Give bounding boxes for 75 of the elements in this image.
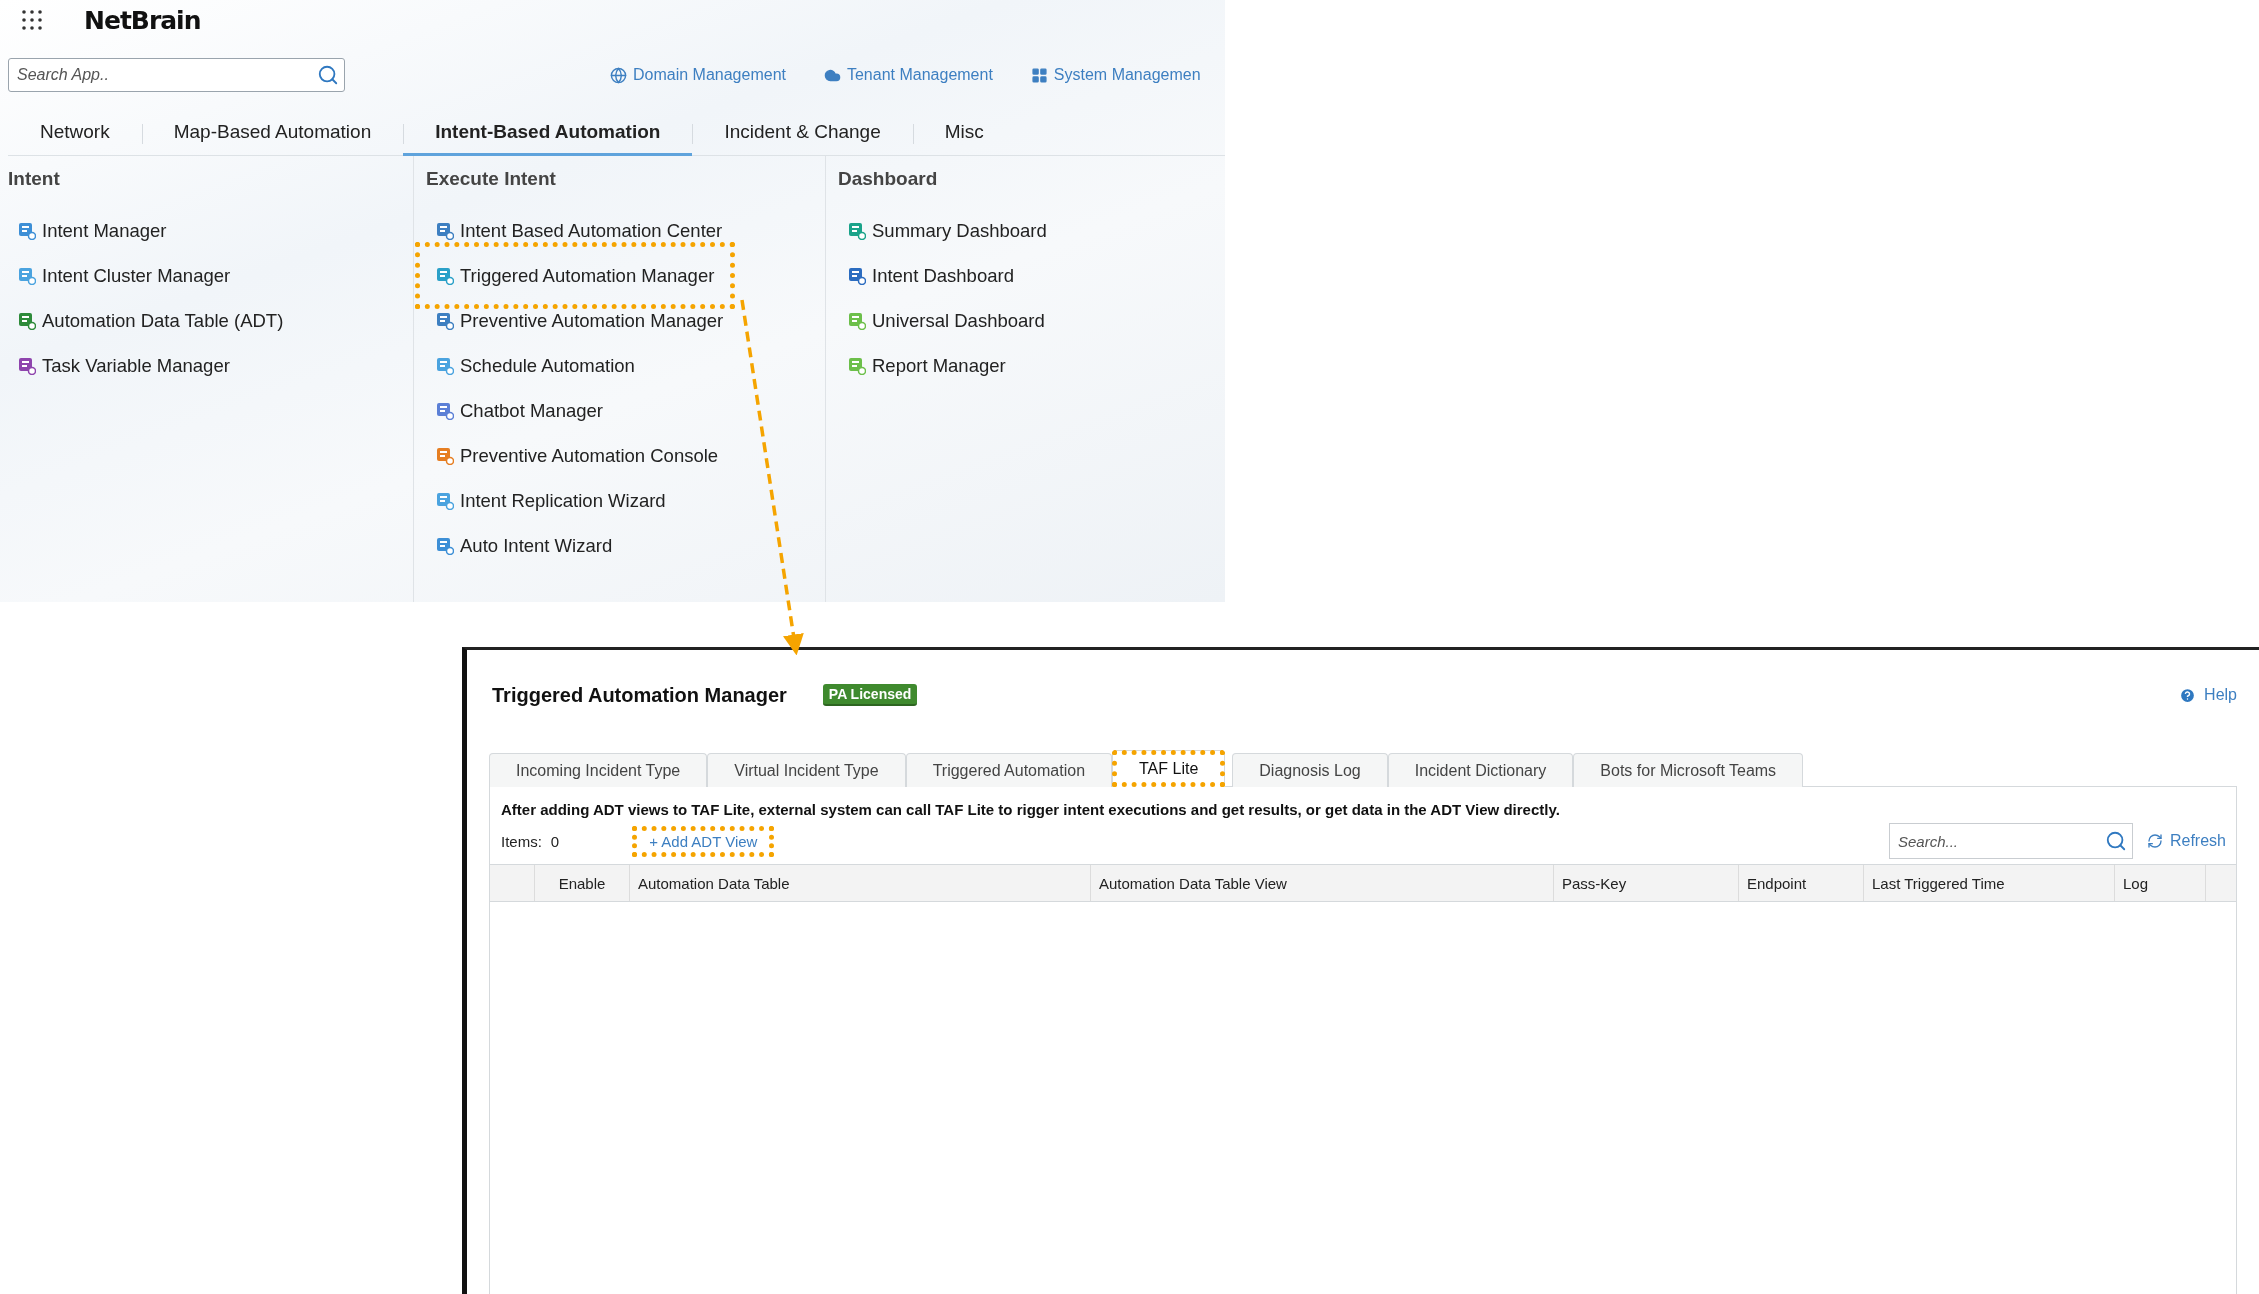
menu-item[interactable]: Preventive Automation Manager xyxy=(426,298,724,343)
items-count: 0 xyxy=(550,832,560,850)
column-header: Pass-Key xyxy=(1553,865,1738,901)
window-tab[interactable]: Diagnosis Log xyxy=(1232,753,1388,787)
window-tab[interactable]: Incoming Incident Type xyxy=(489,753,708,787)
window-tab[interactable]: TAF Lite xyxy=(1112,750,1226,787)
app-icon xyxy=(848,221,866,240)
globe-icon xyxy=(610,66,627,84)
menu-item[interactable]: Schedule Automation xyxy=(426,343,635,388)
app-icon xyxy=(848,356,866,375)
column-heading: Intent xyxy=(8,168,61,190)
menu-item[interactable]: Intent Manager xyxy=(8,208,167,253)
window-tab[interactable]: Virtual Incident Type xyxy=(707,753,906,787)
menu-item[interactable]: Intent Dashboard xyxy=(838,253,1014,298)
category-tab[interactable]: Misc xyxy=(912,111,1016,156)
items-label: Items: xyxy=(501,832,542,850)
menu-item[interactable]: Universal Dashboard xyxy=(838,298,1045,343)
menu-item[interactable]: Preventive Automation Console xyxy=(426,433,719,478)
category-tab[interactable]: Incident & Change xyxy=(692,111,913,156)
add-adt-view-button[interactable]: + Add ADT View xyxy=(633,826,774,856)
search-icon xyxy=(317,64,339,86)
app-icon xyxy=(436,401,454,420)
app-launcher-icon[interactable] xyxy=(20,8,44,32)
app-icon xyxy=(436,491,454,510)
menu-item[interactable]: Triggered Automation Manager xyxy=(426,253,725,298)
logo: NetBrain xyxy=(84,5,201,35)
app-icon xyxy=(436,536,454,555)
window-tab[interactable]: Incident Dictionary xyxy=(1387,753,1574,787)
menu-item[interactable]: Task Variable Manager xyxy=(8,343,230,388)
description-text: After adding ADT views to TAF Lite, external system can call TAF Lite to rigger intent executions and get results, or get data in the ADT View directly. xyxy=(500,801,1561,818)
app-icon xyxy=(848,266,866,285)
app-icon xyxy=(436,311,454,330)
menu-item[interactable]: Intent Cluster Manager xyxy=(8,253,231,298)
column-header: Automation Data Table View xyxy=(1090,865,1553,901)
refresh-button[interactable]: Refresh xyxy=(2146,832,2226,850)
help-icon xyxy=(2179,686,2197,704)
search-field[interactable]: Search App.. xyxy=(8,58,345,92)
category-tab[interactable]: Network xyxy=(8,111,142,156)
window-title: Triggered Automation Manager xyxy=(492,683,787,707)
window-tab[interactable]: Triggered Automation xyxy=(905,753,1113,787)
management-link[interactable]: Domain Management xyxy=(610,66,786,84)
column-header: Automation Data Table xyxy=(629,865,1090,901)
app-icon xyxy=(18,266,36,285)
column-heading: Dashboard xyxy=(838,168,939,190)
app-icon xyxy=(848,311,866,330)
license-badge: PA Licensed xyxy=(822,684,918,706)
management-link[interactable]: System Managemen xyxy=(1030,66,1201,84)
app-icon xyxy=(436,221,454,240)
help-link[interactable]: Help xyxy=(2179,686,2237,704)
table-search-field[interactable]: Search... xyxy=(1888,823,2133,859)
column-heading: Execute Intent xyxy=(426,168,557,190)
column-header: Enable xyxy=(534,865,629,901)
menu-item[interactable]: Intent Replication Wizard xyxy=(426,478,666,523)
column-header: Last Triggered Time xyxy=(1863,865,2114,901)
menu-item[interactable]: Summary Dashboard xyxy=(838,208,1047,253)
menu-item[interactable]: Report Manager xyxy=(838,343,1006,388)
app-icon xyxy=(18,221,36,240)
app-icon xyxy=(436,446,454,465)
column-header: Log xyxy=(2114,865,2205,901)
grid-icon xyxy=(1030,66,1048,84)
app-icon xyxy=(436,356,454,375)
search-icon xyxy=(2104,830,2127,852)
category-tab[interactable]: Intent-Based Automation xyxy=(403,111,693,156)
menu-item[interactable]: Auto Intent Wizard xyxy=(426,523,613,568)
app-icon xyxy=(18,356,36,375)
menu-item[interactable]: Intent Based Automation Center xyxy=(426,208,723,253)
window-tab[interactable]: Bots for Microsoft Teams xyxy=(1573,753,1804,787)
menu-item[interactable]: Automation Data Table (ADT) xyxy=(8,298,284,343)
column-header: Endpoint xyxy=(1738,865,1863,901)
category-tab[interactable]: Map-Based Automation xyxy=(141,111,404,156)
refresh-icon xyxy=(2146,833,2163,849)
menu-item[interactable]: Chatbot Manager xyxy=(426,388,603,433)
management-link[interactable]: Tenant Management xyxy=(823,66,993,84)
app-icon xyxy=(18,311,36,330)
app-icon xyxy=(436,266,454,285)
